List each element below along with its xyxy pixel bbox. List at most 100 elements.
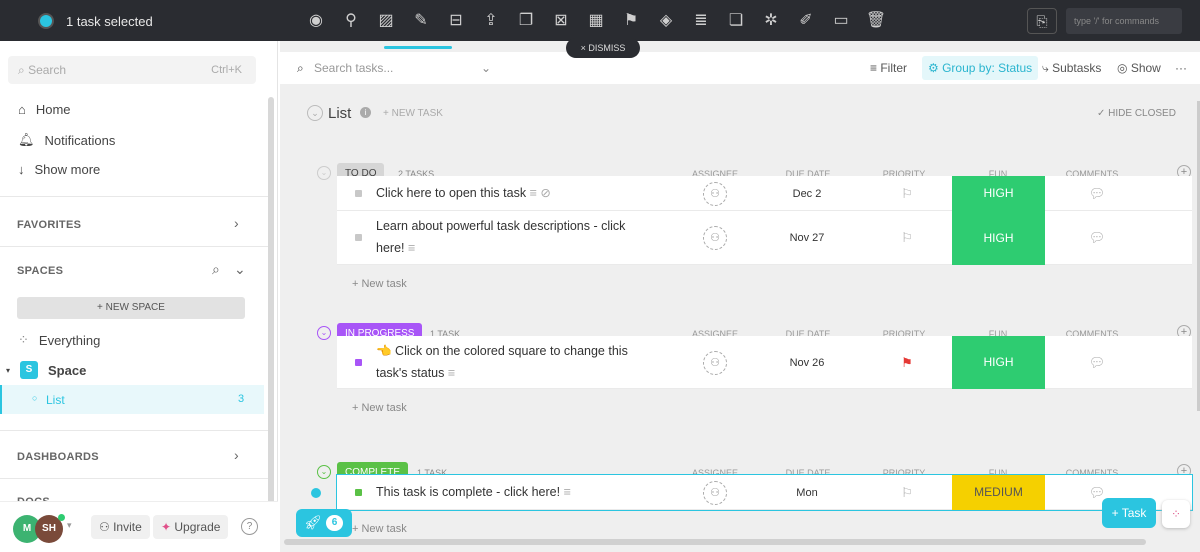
chevron-right-icon[interactable]: ›	[234, 447, 239, 463]
dashboards-section[interactable]: DASHBOARDS	[17, 451, 99, 463]
task-row[interactable]: Click here to open this task ≡ ⊘ ⚇ Dec 2…	[337, 176, 1192, 211]
favorites-section[interactable]: FAVORITES	[17, 219, 81, 231]
fun-field[interactable]: HIGH	[952, 336, 1045, 389]
search-icon[interactable]: ⌕	[212, 261, 220, 278]
comment-icon[interactable]: 💬︎	[1082, 186, 1112, 202]
subtask-icon[interactable]: ⊟	[445, 10, 467, 32]
subtasks-button[interactable]: ⤷ Subtasks	[1042, 61, 1101, 76]
comment-icon[interactable]: 💬︎	[1082, 230, 1112, 246]
flag-icon[interactable]: ⚑	[620, 10, 642, 32]
status-square[interactable]	[355, 488, 362, 496]
spaces-section: SPACES	[17, 265, 64, 277]
fun-field[interactable]: HIGH	[952, 176, 1045, 211]
group-by-button[interactable]: ⚙ Group by: Status	[922, 56, 1039, 80]
help-icon[interactable]: ?	[241, 518, 258, 535]
bulk-action-bar: 1 task selected ◉ ⚲ ▨ ✎ ⊟ ⇪ ❐ ⊠ ▦ ⚑ ◈ ≣ ❏ ✲ ✐ ▭ 🗑︎ ⎘ typ…	[0, 0, 1200, 41]
trash-icon[interactable]: 🗑︎	[865, 10, 887, 32]
eye-icon[interactable]: ◉	[305, 10, 327, 32]
dismiss-button[interactable]: × DISMISS	[566, 38, 640, 58]
remove-icon[interactable]: ⊠	[550, 10, 572, 32]
more-icon[interactable]: ···	[1175, 61, 1187, 75]
move-icon[interactable]: ⇪	[480, 10, 502, 32]
new-task-button[interactable]: + NEW TASK	[383, 108, 443, 119]
duplicate-icon[interactable]: ❐	[515, 10, 537, 32]
hide-closed-button[interactable]: ✓ HIDE CLOSED	[1097, 108, 1176, 119]
assignee-placeholder-icon[interactable]: ⚇	[703, 226, 727, 250]
new-task-row-button[interactable]: + New task	[352, 402, 407, 414]
sidebar-scrollbar[interactable]	[268, 97, 274, 517]
task-row[interactable]: 👈 Click on the colored square to change …	[337, 336, 1192, 389]
tag-icon[interactable]: ▨	[375, 10, 397, 32]
archive-icon[interactable]: ▭	[830, 10, 852, 32]
sidebar-item-space[interactable]: ▾ S Space	[6, 361, 86, 379]
list-toolbar: ⌕ Search tasks... ⌄ ≡ Filter ⚙ Group by:…	[280, 52, 1200, 84]
search-tasks-input[interactable]: Search tasks...	[314, 61, 393, 75]
task-row[interactable]: This task is complete - click here! ≡ ⚇ …	[336, 474, 1193, 511]
subtasks-label: Subtasks	[1052, 61, 1102, 75]
new-task-row-button[interactable]: + New task	[352, 278, 407, 290]
priority-flag-icon[interactable]: ⚑	[892, 355, 922, 371]
filter-button[interactable]: ≡ Filter	[870, 61, 907, 75]
custom-field-icon[interactable]: ✲	[760, 10, 782, 32]
fun-field[interactable]: MEDIUM	[952, 475, 1045, 510]
collapse-group-icon[interactable]: ⌄	[317, 166, 331, 180]
task-name[interactable]: Learn about powerful task descriptions -…	[376, 215, 646, 259]
chevron-down-icon[interactable]: ⌄	[481, 61, 491, 75]
status-square[interactable]	[355, 358, 362, 366]
priority-flag-icon[interactable]: ⚐	[892, 230, 922, 246]
nav-label: Show more	[34, 162, 101, 177]
collapse-group-icon[interactable]: ⌄	[317, 465, 331, 479]
due-date[interactable]: Mon	[767, 487, 847, 499]
assignee-placeholder-icon[interactable]: ⚇	[703, 350, 727, 375]
new-task-row-button[interactable]: + New task	[352, 523, 407, 535]
show-button[interactable]: ◎ Show	[1117, 61, 1161, 75]
shortcut-hint: Ctrl+K	[211, 64, 242, 76]
apps-icon[interactable]: ⁘	[1162, 500, 1190, 528]
caret-down-icon[interactable]: ▾	[67, 520, 72, 531]
assign-user-icon[interactable]: ⚲	[340, 10, 362, 32]
horizontal-scrollbar[interactable]	[284, 539, 1146, 545]
task-row[interactable]: Learn about powerful task descriptions -…	[337, 211, 1192, 265]
collapse-icon[interactable]: ⌄	[307, 105, 323, 121]
chevron-right-icon[interactable]: ›	[234, 215, 239, 231]
priority-flag-icon[interactable]: ⚐	[892, 485, 922, 501]
sidebar-item-list[interactable]: ○ List 3	[0, 385, 264, 414]
copy-icon[interactable]: ⎘	[1027, 8, 1057, 34]
paperclip-icon[interactable]: ✎	[410, 10, 432, 32]
calendar-icon[interactable]: ▦	[585, 10, 607, 32]
collapse-group-icon[interactable]: ⌄	[317, 326, 331, 340]
status-icon[interactable]: ◈	[655, 10, 677, 32]
grid-icon: ⁘	[18, 332, 29, 347]
rocket-button[interactable]: 🚀︎ 6	[296, 509, 352, 537]
info-icon[interactable]: i	[360, 107, 371, 118]
upgrade-button[interactable]: ✦ Upgrade	[153, 515, 229, 539]
edit-icon[interactable]: ✐	[795, 10, 817, 32]
assignee-placeholder-icon[interactable]: ⚇	[703, 480, 727, 505]
copy-icon[interactable]: ❏	[725, 10, 747, 32]
fun-field[interactable]: HIGH	[952, 211, 1045, 265]
due-date[interactable]: Dec 2	[767, 188, 847, 200]
add-task-button[interactable]: + Task	[1102, 498, 1156, 528]
nav-show-more[interactable]: ↓ Show more	[18, 162, 100, 177]
sidebar-search[interactable]: ⌕ Search Ctrl+K	[8, 56, 256, 84]
priority-flag-icon[interactable]: ⚐	[892, 186, 922, 202]
dependency-icon[interactable]: ≣	[690, 10, 712, 32]
assignee-placeholder-icon[interactable]: ⚇	[703, 181, 727, 206]
selected-task-indicator[interactable]	[311, 488, 321, 498]
new-space-button[interactable]: + NEW SPACE	[17, 297, 245, 319]
due-date[interactable]: Nov 26	[767, 357, 847, 369]
task-name[interactable]: Click here to open this task ≡ ⊘	[376, 182, 646, 204]
invite-button[interactable]: ⚇ Invite	[91, 515, 150, 539]
active-tab-indicator	[384, 46, 452, 49]
status-square[interactable]	[355, 189, 362, 197]
status-square[interactable]	[355, 234, 362, 241]
task-name[interactable]: 👈 Click on the colored square to change …	[376, 340, 646, 384]
comment-icon[interactable]: 💬︎	[1082, 355, 1112, 371]
command-input[interactable]: type '/' for commands	[1066, 8, 1182, 34]
nav-home[interactable]: ⌂ Home	[18, 102, 71, 117]
nav-notifications[interactable]: 🔔︎ Notifications	[18, 132, 115, 148]
task-name[interactable]: This task is complete - click here! ≡	[376, 481, 646, 503]
sidebar-item-everything[interactable]: ⁘ Everything	[18, 332, 100, 348]
due-date[interactable]: Nov 27	[767, 232, 847, 244]
chevron-down-icon[interactable]: ⌄	[234, 261, 246, 278]
